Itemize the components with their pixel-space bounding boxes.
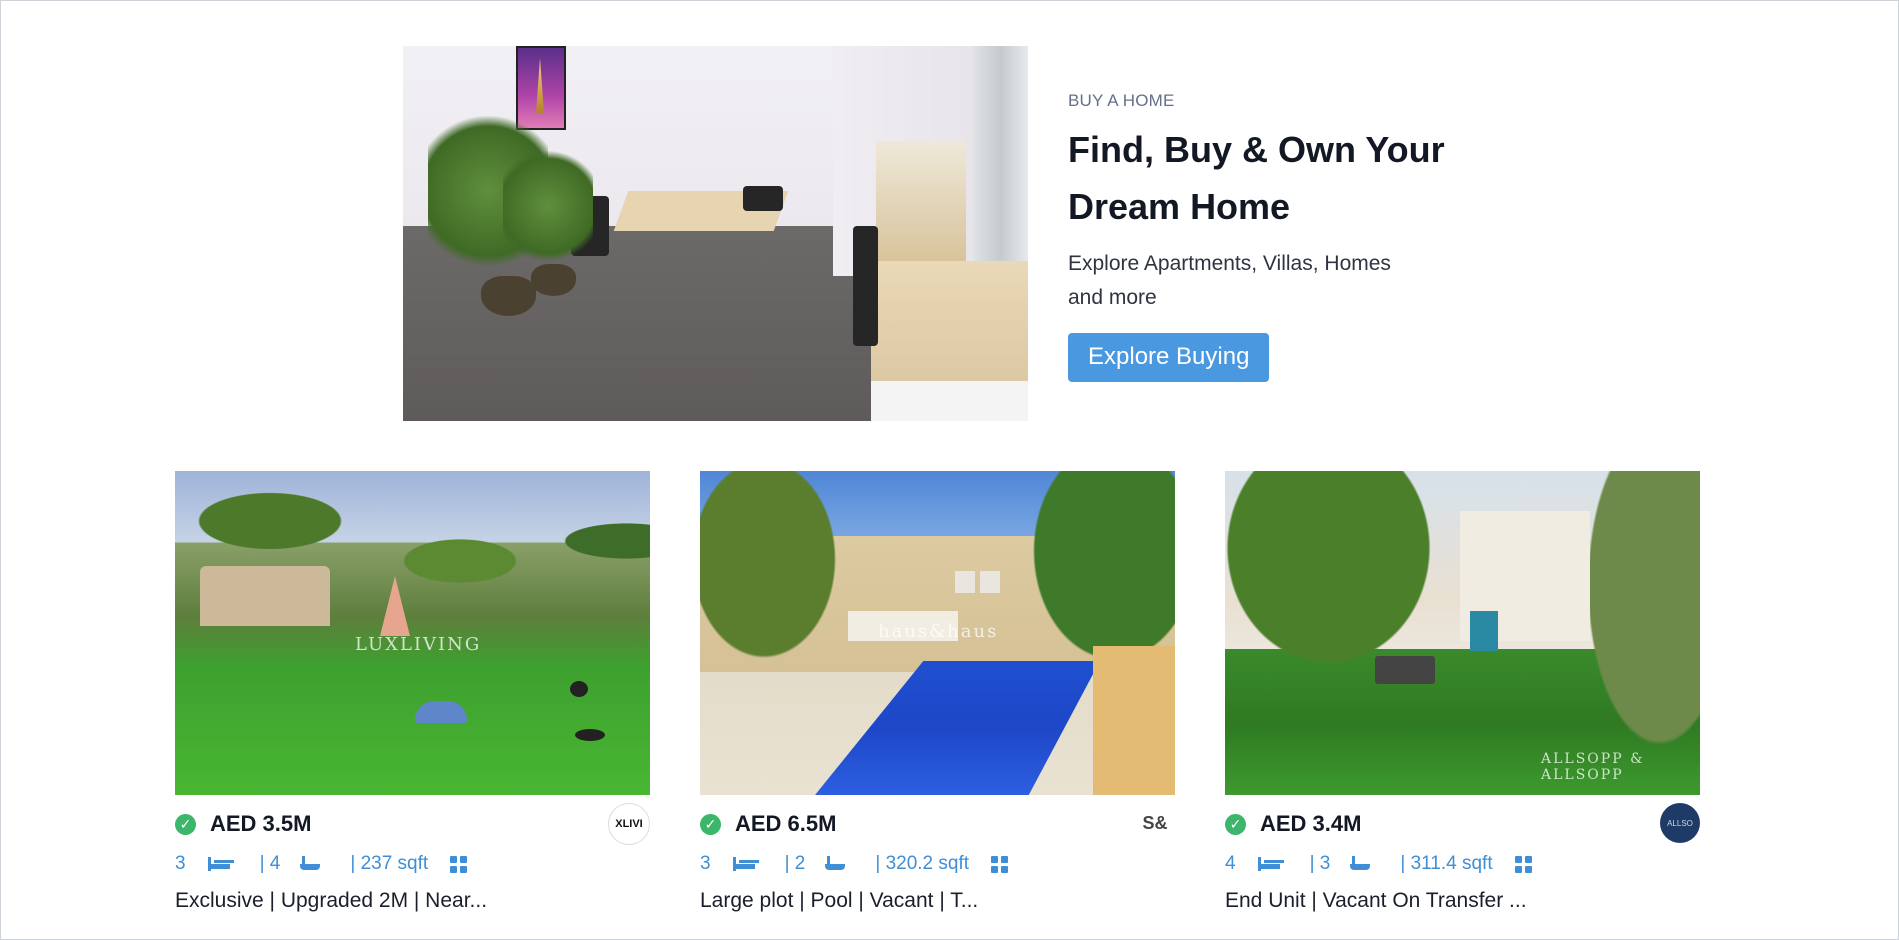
price-row: ✓ AED 3.5M XLIVI bbox=[175, 803, 650, 845]
price-row: ✓ AED 6.5M S& bbox=[700, 803, 1175, 843]
listing-image[interactable]: haus&haus bbox=[700, 471, 1175, 795]
listing-image[interactable]: ALLSOPP & ALLSOPP bbox=[1225, 471, 1700, 795]
bed-icon bbox=[1257, 857, 1280, 871]
listing-price: AED 6.5M bbox=[735, 811, 837, 836]
bathtub-icon bbox=[825, 856, 846, 872]
bathtub-icon bbox=[1350, 856, 1371, 872]
listing-meta: 3 | 4 | 237 sqft bbox=[175, 849, 650, 879]
hero-title-line-2: Dream Home bbox=[1068, 186, 1291, 227]
listing-watermark: LUXLIVING bbox=[355, 634, 482, 655]
area-size: | 320.2 sqft bbox=[875, 853, 970, 874]
listing-card[interactable]: LUXLIVING ✓ AED 3.5M XLIVI 3 | 4 | 237 s… bbox=[175, 471, 650, 931]
listing-watermark: ALLSOPP & ALLSOPP bbox=[1541, 751, 1645, 783]
bathtub-icon bbox=[300, 856, 321, 872]
grid-icon bbox=[991, 855, 1009, 873]
beds-count: 4 bbox=[1225, 853, 1236, 874]
hero-title-line-1: Find, Buy & Own Your bbox=[1068, 129, 1445, 170]
agency-logo[interactable]: XLIVI bbox=[608, 803, 650, 845]
explore-buying-button[interactable]: Explore Buying bbox=[1068, 333, 1270, 382]
area-size: | 237 sqft bbox=[350, 853, 429, 874]
buy-home-hero: BUY A HOME Find, Buy & Own Your Dream Ho… bbox=[403, 46, 1503, 421]
listing-price: AED 3.5M bbox=[210, 811, 312, 836]
beds-count: 3 bbox=[700, 853, 711, 874]
baths-count: | 3 bbox=[1309, 853, 1331, 874]
bed-icon bbox=[207, 857, 230, 871]
agency-logo[interactable]: ALLSO bbox=[1660, 803, 1700, 843]
beds-count: 3 bbox=[175, 853, 186, 874]
listing-title[interactable]: Large plot | Pool | Vacant | T... bbox=[700, 889, 1175, 913]
listing-meta: 4 | 3 | 311.4 sqft bbox=[1225, 849, 1700, 879]
hero-office-image bbox=[403, 46, 1028, 421]
grid-icon bbox=[1514, 855, 1532, 873]
check-circle-icon: ✓ bbox=[175, 813, 196, 835]
listing-title[interactable]: Exclusive | Upgraded 2M | Near... bbox=[175, 889, 650, 913]
hero-title: Find, Buy & Own Your Dream Home bbox=[1068, 121, 1488, 235]
listing-watermark: haus&haus bbox=[878, 621, 999, 642]
check-circle-icon: ✓ bbox=[1225, 813, 1246, 835]
listing-title[interactable]: End Unit | Vacant On Transfer ... bbox=[1225, 889, 1700, 913]
bed-icon bbox=[732, 857, 755, 871]
listing-cards: LUXLIVING ✓ AED 3.5M XLIVI 3 | 4 | 237 s… bbox=[175, 471, 1701, 931]
grid-icon bbox=[450, 855, 468, 873]
listing-image[interactable]: LUXLIVING bbox=[175, 471, 650, 795]
baths-count: | 2 bbox=[784, 853, 806, 874]
listing-card[interactable]: ALLSOPP & ALLSOPP ✓ AED 3.4M ALLSO 4 | 3… bbox=[1225, 471, 1700, 931]
baths-count: | 4 bbox=[259, 853, 281, 874]
area-size: | 311.4 sqft bbox=[1400, 853, 1493, 874]
hero-eyebrow: BUY A HOME bbox=[1068, 91, 1175, 110]
hero-subtitle: Explore Apartments, Villas, Homes and mo… bbox=[1068, 252, 1391, 309]
listing-meta: 3 | 2 | 320.2 sqft bbox=[700, 849, 1175, 879]
listing-price: AED 3.4M bbox=[1260, 811, 1362, 836]
listing-card[interactable]: haus&haus ✓ AED 6.5M S& 3 | 2 | 320.2 sq… bbox=[700, 471, 1175, 931]
check-circle-icon: ✓ bbox=[700, 813, 721, 835]
agency-logo[interactable]: S& bbox=[1135, 803, 1175, 843]
price-row: ✓ AED 3.4M ALLSO bbox=[1225, 803, 1700, 843]
hero-text: BUY A HOME Find, Buy & Own Your Dream Ho… bbox=[1068, 91, 1488, 382]
